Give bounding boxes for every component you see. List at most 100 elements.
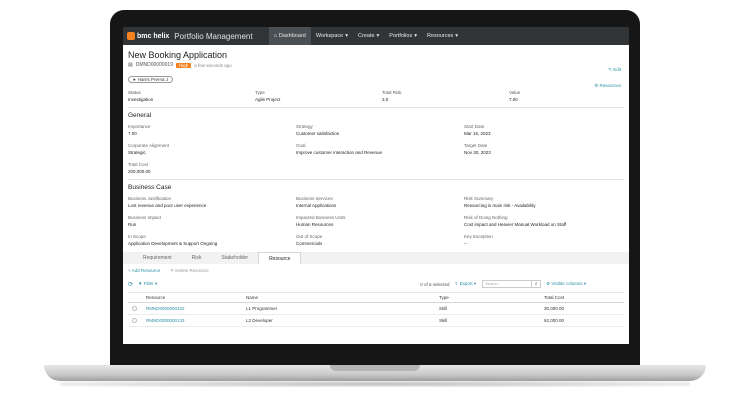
field-value: Internal Applications bbox=[296, 203, 337, 208]
summary-label: Type bbox=[255, 90, 265, 95]
field-in-scope: In Scope Application Development & Suppor… bbox=[128, 234, 296, 246]
edit-label: Edit bbox=[613, 67, 621, 72]
search-icon[interactable]: ⌕ bbox=[532, 280, 542, 288]
field-label: Out of Scope bbox=[296, 234, 323, 239]
field-label: Business Impact bbox=[128, 215, 162, 220]
delete-resource-label: Delete Resource bbox=[175, 268, 209, 273]
field-label: Total Cost bbox=[128, 162, 149, 167]
nav-create[interactable]: Create ▾ bbox=[353, 27, 384, 45]
business-case-fields: Business Justification Lost revenue and p… bbox=[128, 196, 624, 246]
resource-link[interactable]: RMND0000000133 bbox=[146, 314, 246, 327]
tab-stakeholder[interactable]: Stakeholder bbox=[211, 252, 258, 264]
resource-link[interactable]: RMND0000000132 bbox=[146, 302, 246, 315]
table-row[interactable]: RMND0000000132 L1 Programmer Skill 30,00… bbox=[128, 302, 624, 315]
field-label: Target Date bbox=[464, 143, 488, 148]
nav-label: Portfolios bbox=[389, 33, 413, 39]
summary-risk: Total Risk 3.0 bbox=[382, 90, 509, 102]
column-header[interactable]: Total Cost bbox=[544, 292, 624, 303]
record-tabs: Requirement Risk Stakeholder Resource bbox=[123, 252, 629, 264]
nav-workspace[interactable]: Workspace ▾ bbox=[311, 27, 353, 45]
divider bbox=[128, 179, 624, 180]
app-screen: bmc helix Portfolio Management ⌂ Dashboa… bbox=[123, 27, 629, 344]
owner-pill[interactable]: ● Harris Prerna J bbox=[128, 76, 173, 83]
column-header[interactable]: Type bbox=[439, 292, 544, 303]
field-label: Business Justification bbox=[128, 196, 172, 201]
refresh-icon[interactable]: ⟳ bbox=[128, 281, 133, 288]
field-label: Risk Summary bbox=[464, 196, 494, 201]
filter-label: Filter bbox=[143, 281, 154, 286]
table-cell: Skill bbox=[439, 314, 544, 327]
updated-time: a few seconds ago bbox=[194, 62, 232, 68]
add-resource-button[interactable]: + Add Resource bbox=[128, 268, 160, 274]
priority-badge: High bbox=[175, 62, 192, 68]
add-resource-label: Add Resource bbox=[131, 268, 161, 273]
owner-name: Harris Prerna J bbox=[137, 77, 168, 82]
field-label: Risk of Doing Nothing bbox=[464, 215, 508, 220]
table-row[interactable]: RMND0000000133 L2 Developer Skill 62,000… bbox=[128, 314, 624, 327]
field-label: Strategy bbox=[296, 124, 313, 129]
nav-portfolios[interactable]: Portfolios ▾ bbox=[384, 27, 422, 45]
nav-resources[interactable]: Resources ▾ bbox=[422, 27, 463, 45]
resources-link[interactable]: ⚙ Resources bbox=[594, 83, 621, 89]
table-cell: 30,000.00 bbox=[544, 302, 624, 315]
nav-label: Dashboard bbox=[278, 33, 306, 39]
field-value: Human Resources bbox=[296, 222, 334, 227]
record-id: DMND00000019 bbox=[135, 62, 173, 68]
field-label: Key Exception bbox=[464, 234, 493, 239]
field-value: Customer satisfaction bbox=[296, 131, 340, 136]
field-value: Lost revenue and poor user experience bbox=[128, 203, 207, 208]
table-cell: 62,000.00 bbox=[544, 314, 624, 327]
field-business-services: Business Services Internal Applications bbox=[296, 196, 464, 208]
field-value: Strategic bbox=[128, 150, 146, 155]
tab-resource[interactable]: Resource bbox=[258, 252, 302, 264]
summary-value: Investigation bbox=[128, 97, 154, 102]
field-key-exception: Key Exception -- bbox=[464, 234, 624, 246]
field-value: Nov 30, 2023 bbox=[464, 150, 491, 155]
row-select-radio[interactable] bbox=[132, 317, 137, 323]
summary-label: Total Risk bbox=[382, 90, 402, 95]
field-total-cost: Total Cost 200,000.00 bbox=[128, 162, 296, 174]
field-impacted-units: Impacted Business Units Human Resources bbox=[296, 215, 464, 227]
field-value: 7.00 bbox=[128, 131, 137, 136]
chevron-down-icon: ▾ bbox=[455, 33, 459, 39]
field-business-impact: Business Impact Run bbox=[128, 215, 296, 227]
field-value: Application Development & Support Ongoin… bbox=[128, 241, 218, 246]
visible-columns-button[interactable]: ⚙ Visible columns ▾ bbox=[546, 281, 586, 287]
tab-requirement[interactable]: Requirement bbox=[133, 252, 182, 264]
general-fields: Importance 7.00 Strategy Customer satisfac… bbox=[128, 124, 624, 174]
field-value: Commercials bbox=[296, 241, 323, 246]
summary-value: 7.00 bbox=[509, 97, 518, 102]
summary-row: Status Investigation Type Agile Project To… bbox=[128, 90, 624, 102]
nav-label: Workspace bbox=[315, 33, 344, 39]
field-value: 200,000.00 bbox=[128, 169, 151, 174]
search-input[interactable]: Search bbox=[482, 280, 533, 288]
nav-dashboard[interactable]: ⌂ Dashboard bbox=[268, 27, 311, 45]
column-header[interactable]: Resource bbox=[146, 292, 246, 303]
nav-label: Create bbox=[358, 33, 375, 39]
filter-button[interactable]: ▼ Filter ▾ bbox=[138, 281, 157, 287]
tab-risk[interactable]: Risk bbox=[182, 252, 212, 264]
column-header[interactable]: Name bbox=[246, 292, 439, 303]
grid-toolbar: ⟳ ▼ Filter ▾ 0 of 6 selected ⇪ Export ▾ … bbox=[128, 279, 624, 289]
summary-value: 3.0 bbox=[382, 97, 389, 102]
field-risk-doing-nothing: Risk of Doing Nothing Cost impact and Hea… bbox=[464, 215, 624, 227]
field-value: Cost impact and Heavier Manual Workload … bbox=[464, 222, 567, 227]
page-title: New Booking Application bbox=[128, 50, 228, 60]
export-button[interactable]: ⇪ Export ▾ bbox=[455, 281, 477, 287]
visible-columns-label: Visible columns bbox=[551, 281, 583, 286]
document-icon: ▤ bbox=[128, 62, 133, 68]
laptop-frame: bmc helix Portfolio Management ⌂ Dashboa… bbox=[0, 0, 750, 400]
row-select-radio[interactable] bbox=[132, 305, 137, 311]
laptop-shadow bbox=[60, 381, 690, 387]
field-label: In Scope bbox=[128, 234, 146, 239]
field-importance: Importance 7.00 bbox=[128, 124, 296, 136]
divider bbox=[128, 107, 624, 108]
field-start-date: Start Date Mar 15, 2023 bbox=[464, 124, 624, 136]
field-strategy: Strategy Customer satisfaction bbox=[296, 124, 464, 136]
chevron-down-icon: ▾ bbox=[376, 33, 380, 39]
delete-resource-button[interactable]: ✕ Delete Resource bbox=[170, 268, 209, 274]
edit-button[interactable]: ✎ Edit bbox=[608, 67, 621, 73]
laptop-notch bbox=[330, 365, 420, 371]
field-out-of-scope: Out of Scope Commercials bbox=[296, 234, 464, 246]
brand-logo[interactable]: bmc helix bbox=[127, 32, 169, 40]
